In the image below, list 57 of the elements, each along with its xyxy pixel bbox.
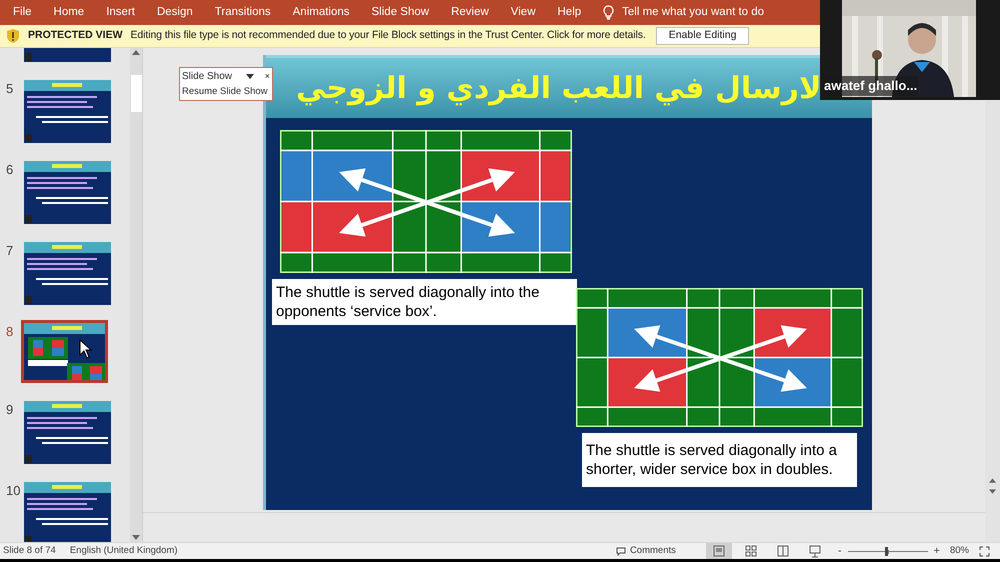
reading-view-icon	[776, 544, 790, 558]
scrollbar-thumb[interactable]	[130, 75, 142, 112]
zoom-percent: 80%	[950, 544, 969, 558]
slide-caption: The shuttle is served diagonally into a shorter, wider service box in doubles.	[582, 433, 857, 487]
slide-number: 8	[6, 323, 14, 338]
zoom-slider-thumb[interactable]	[884, 546, 888, 556]
zoom-out-button[interactable]: -	[838, 542, 842, 560]
language-label: English (United Kingdom)	[70, 544, 178, 558]
normal-view-button[interactable]	[706, 543, 732, 559]
menu-tab[interactable]: Transitions	[214, 4, 271, 22]
menu-tab[interactable]: Review	[451, 4, 489, 22]
slide-number: 9	[6, 401, 14, 416]
sorter-view-icon	[744, 544, 758, 558]
normal-view-icon	[712, 544, 726, 558]
slide-caption: The shuttle is served diagonally into the opponents ‘service box’.	[272, 279, 577, 325]
dropdown-caret-icon[interactable]	[246, 74, 254, 79]
menu-tab[interactable]: Help	[558, 4, 582, 22]
slide-thumbnail[interactable]	[24, 161, 111, 224]
slide-thumbnail[interactable]	[24, 401, 111, 464]
menu-tab[interactable]: Home	[54, 4, 84, 22]
comment-icon	[616, 546, 626, 556]
protected-view-message: Editing this file type is not recommended due to your File Block settings in the Trust Center. Click for more details.	[130, 28, 646, 44]
tell-me-search[interactable]: Tell me what you want to do	[622, 4, 764, 22]
participant-name: awatef ghallo...	[823, 76, 918, 96]
slide-number: 7	[6, 242, 14, 257]
slide-counter: Slide 8 of 74	[3, 544, 56, 558]
slide-thumbnail[interactable]	[24, 80, 111, 143]
slideshow-view-icon	[808, 544, 822, 558]
warning-shield-icon	[6, 28, 20, 44]
scroll-down-icon[interactable]	[989, 489, 996, 494]
menu-tab[interactable]: Design	[156, 4, 193, 22]
close-button[interactable]: ×	[264, 72, 270, 81]
enable-editing-button[interactable]: Enable Editing	[656, 27, 750, 45]
slide-thumbnail[interactable]	[24, 242, 111, 305]
menu-tab[interactable]: Slide Show	[372, 4, 430, 22]
menu-tab[interactable]: Insert	[106, 4, 135, 22]
fit-to-window-icon[interactable]	[979, 546, 990, 556]
slide-thumbnail[interactable]	[24, 482, 111, 542]
cursor-icon	[79, 339, 93, 359]
slide-number: 6	[6, 161, 14, 176]
scroll-down-icon[interactable]	[132, 535, 140, 540]
comments-button[interactable]: Comments	[630, 544, 676, 558]
protected-view-label: PROTECTED VIEW	[28, 28, 123, 44]
slide-thumbnail[interactable]	[24, 48, 111, 62]
menu-tab[interactable]: View	[510, 4, 536, 22]
resume-slide-show-link[interactable]: Resume Slide Show	[182, 85, 268, 100]
popup-title: Slide Show	[182, 70, 232, 84]
zoom-slider[interactable]	[848, 546, 928, 556]
lightbulb-icon	[603, 5, 614, 20]
slide-number: 5	[6, 80, 14, 95]
slide-title: لارسال في اللعب الفردي و الزوجي	[296, 70, 822, 108]
zoom-in-button[interactable]: +	[934, 542, 940, 560]
menu-tab[interactable]: Animations	[292, 4, 350, 22]
scroll-up-icon[interactable]	[989, 478, 996, 483]
slide-number: 10	[6, 482, 22, 497]
scroll-up-icon[interactable]	[132, 50, 140, 55]
menu-tab[interactable]: File	[13, 4, 32, 22]
